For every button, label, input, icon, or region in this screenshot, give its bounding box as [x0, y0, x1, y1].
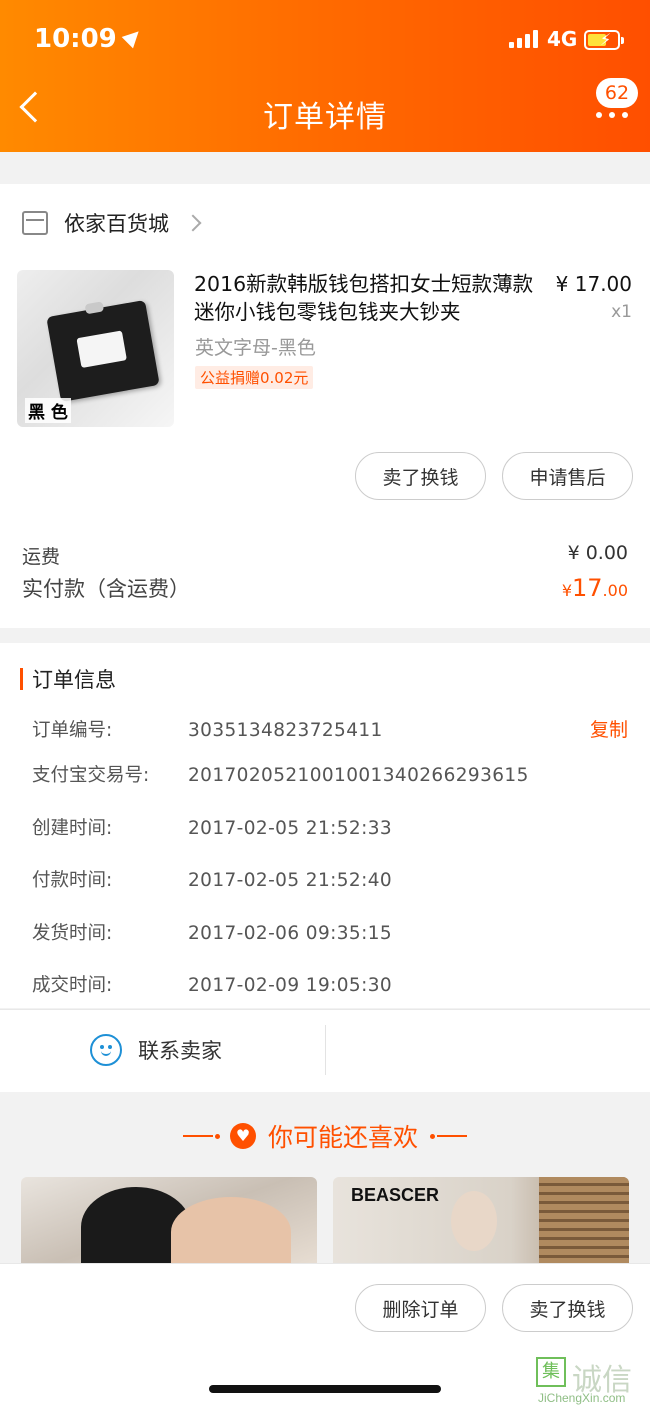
bottom-sell-for-cash-button[interactable]: 卖了换钱 [502, 1284, 633, 1332]
thumb-color-tag: 黑 色 [25, 398, 71, 423]
info-row-order-no: 订单编号: 3035134823725411 [32, 716, 383, 742]
chevron-right-icon [184, 214, 202, 232]
info-value: 2017-02-05 21:52:40 [188, 870, 393, 891]
battery-icon: ⚡ [584, 30, 624, 50]
watermark: 集 诚信 JiChengXin.com [534, 1355, 650, 1407]
chat-face-icon [90, 1034, 122, 1066]
info-value: 2017-02-05 21:52:33 [188, 818, 393, 839]
info-value: 2017-02-06 09:35:15 [188, 923, 393, 944]
order-info-title: 订单信息 [20, 664, 116, 694]
product-title[interactable]: 2016新款韩版钱包搭扣女士短款薄款迷你小钱包零钱包钱夹大钞夹 [194, 270, 544, 326]
after-sale-button[interactable]: 申请售后 [502, 452, 633, 500]
watermark-logo: 集 [536, 1357, 566, 1387]
recommend-item-2[interactable]: BEASCER [333, 1177, 629, 1267]
contact-seller-button[interactable]: 联系卖家 [90, 1034, 222, 1066]
product-thumbnail[interactable]: 黑 色 [17, 270, 174, 427]
paid-currency: ¥ [561, 581, 572, 600]
recommend-item-1[interactable] [21, 1177, 317, 1267]
charity-tag: 公益捐赠0.02元 [195, 366, 314, 389]
info-value: 2017-02-09 19:05:30 [188, 975, 393, 996]
heart-icon: ♥ [229, 1123, 256, 1149]
order-info-title-text: 订单信息 [32, 668, 116, 692]
more-icon[interactable] [596, 112, 628, 118]
status-time-text: 10:09 [34, 24, 117, 54]
info-value: 2017020521001001340266293615 [188, 765, 529, 786]
info-row-created: 创建时间: 2017-02-05 21:52:33 [32, 814, 392, 840]
info-row-shipped: 发货时间: 2017-02-06 09:35:15 [32, 919, 392, 945]
shipping-label: 运费 [22, 546, 61, 568]
recommend-title: ♥ 你可能还喜欢 [0, 1118, 650, 1154]
product-variant: 英文字母-黑色 [195, 337, 316, 359]
store-name: 依家百货城 [64, 212, 169, 236]
product-price: ¥ 17.00 [555, 272, 632, 296]
info-key: 付款时间: [32, 870, 113, 891]
delete-order-button[interactable]: 删除订单 [355, 1284, 486, 1332]
recommend-title-text: 你可能还喜欢 [267, 1123, 418, 1152]
info-key: 订单编号: [32, 720, 113, 741]
message-count-badge: 62 [596, 78, 638, 108]
paid-label: 实付款（含运费） [22, 577, 190, 601]
store-link[interactable]: 依家百货城 [22, 208, 202, 238]
store-icon [22, 211, 48, 235]
info-value: 3035134823725411 [188, 720, 383, 741]
paid-decimal: .00 [602, 581, 628, 600]
network-type: 4G [547, 27, 578, 51]
watermark-url: JiChengXin.com [538, 1391, 626, 1405]
info-key: 发货时间: [32, 923, 113, 944]
product-quantity: x1 [611, 302, 632, 322]
paid-integer: 17 [572, 574, 603, 602]
status-time: 10:09 [34, 24, 145, 54]
location-arrow-icon [121, 25, 145, 49]
paid-amount: ¥17.00 [562, 574, 628, 602]
info-row-alipay-no: 支付宝交易号: 2017020521001001340266293615 [32, 761, 529, 787]
contact-divider [325, 1025, 326, 1075]
copy-button[interactable]: 复制 [590, 715, 628, 742]
info-key: 支付宝交易号: [32, 765, 150, 786]
contact-seller-label: 联系卖家 [138, 1039, 222, 1063]
page-title: 订单详情 [263, 100, 387, 135]
home-indicator[interactable] [209, 1385, 441, 1393]
sell-for-cash-button[interactable]: 卖了换钱 [355, 452, 486, 500]
info-key: 创建时间: [32, 818, 113, 839]
signal-icon [509, 30, 538, 48]
shipping-value: ¥ 0.00 [567, 542, 628, 564]
recommend-brand-text: BEASCER [351, 1185, 440, 1205]
info-row-completed: 成交时间: 2017-02-09 19:05:30 [32, 971, 392, 997]
info-key: 成交时间: [32, 975, 113, 996]
info-row-paid: 付款时间: 2017-02-05 21:52:40 [32, 866, 392, 892]
app-header: 10:09 4G ⚡ 订单详情 62 [0, 0, 650, 152]
